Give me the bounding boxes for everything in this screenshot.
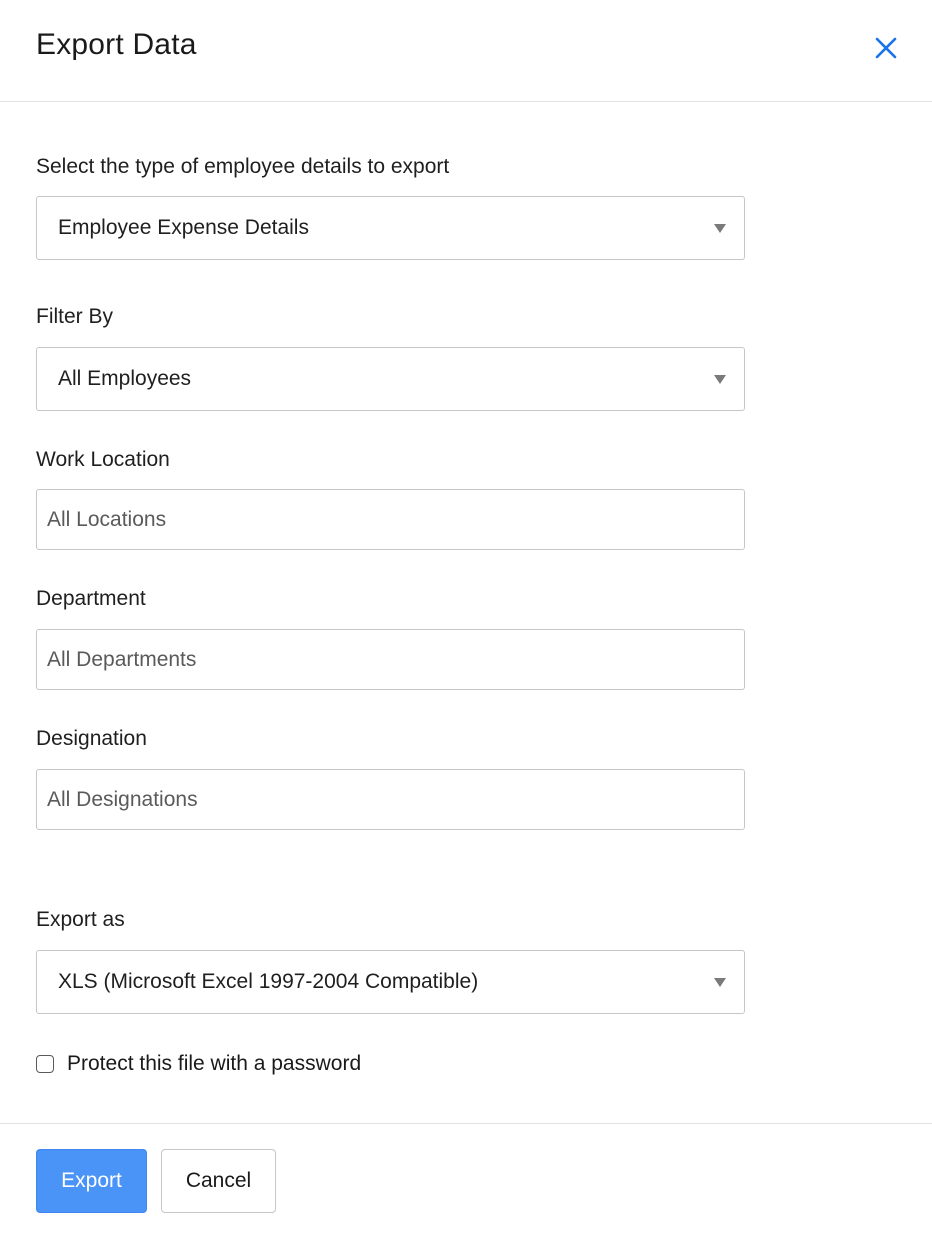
designation-input[interactable] [47, 787, 727, 812]
designation-label: Designation [36, 727, 147, 750]
department-input[interactable] [47, 647, 727, 672]
work-location-field[interactable] [36, 489, 745, 550]
password-protect-label[interactable]: Protect this file with a password [67, 1052, 361, 1076]
filter-by-select[interactable]: All Employees [36, 347, 745, 411]
cancel-button[interactable]: Cancel [161, 1149, 276, 1213]
dialog-footer: Export Cancel [0, 1123, 932, 1234]
work-location-label: Work Location [36, 448, 170, 471]
chevron-down-icon [714, 375, 726, 384]
export-format-value: XLS (Microsoft Excel 1997-2004 Compatibl… [58, 970, 479, 993]
close-button[interactable] [870, 32, 902, 64]
export-type-label: Select the type of employee details to e… [36, 155, 450, 178]
designation-field[interactable] [36, 769, 745, 830]
chevron-down-icon [714, 224, 726, 233]
department-field[interactable] [36, 629, 745, 690]
filter-by-value: All Employees [58, 367, 192, 390]
dialog-title: Export Data [36, 28, 197, 61]
chevron-down-icon [714, 978, 726, 987]
password-protect-checkbox[interactable] [36, 1055, 54, 1073]
dialog-header: Export Data [0, 0, 932, 102]
export-as-label: Export as [36, 908, 125, 931]
filter-by-label: Filter By [36, 305, 114, 328]
work-location-input[interactable] [47, 507, 727, 532]
close-icon [875, 37, 897, 59]
department-label: Department [36, 587, 146, 610]
export-button[interactable]: Export [36, 1149, 147, 1213]
password-protect-row[interactable]: Protect this file with a password [36, 1050, 361, 1078]
export-type-value: Employee Expense Details [58, 216, 309, 239]
export-type-select[interactable]: Employee Expense Details [36, 196, 745, 260]
export-format-select[interactable]: XLS (Microsoft Excel 1997-2004 Compatibl… [36, 950, 745, 1014]
